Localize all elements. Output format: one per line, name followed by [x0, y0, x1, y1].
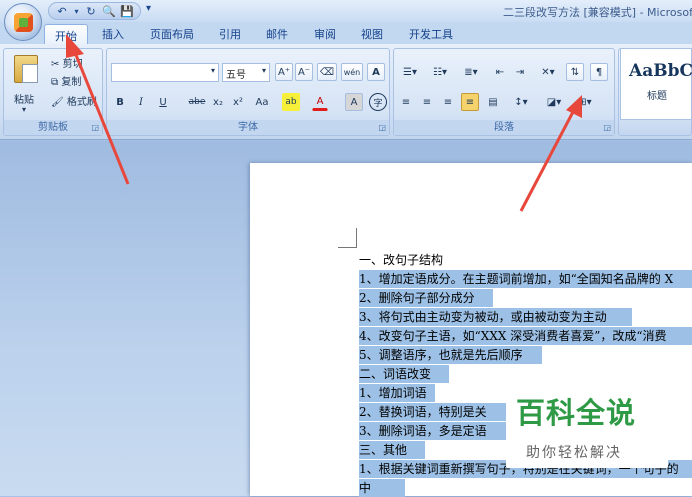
font-group: 字体 ◲ [106, 48, 390, 136]
char-shading-button[interactable]: A [345, 93, 363, 111]
shading-icon[interactable]: ◪▾ [540, 93, 568, 111]
document-line[interactable]: 2、替换词语，特别是关 [359, 403, 506, 421]
superscript-button[interactable]: x² [230, 93, 246, 111]
office-button[interactable] [4, 3, 42, 41]
font-group-label: 字体 [107, 120, 389, 135]
subscript-button[interactable]: x₂ [210, 93, 226, 111]
dialog-launcher-icon[interactable]: ◲ [603, 123, 611, 132]
redo-icon[interactable]: ↻ [84, 5, 98, 18]
brush-icon: 🖌 [51, 97, 64, 108]
phonetic-guide-button[interactable]: wén [341, 63, 363, 81]
italic-button[interactable]: I [134, 93, 148, 111]
paste-icon[interactable] [14, 55, 38, 83]
align-right-icon[interactable]: ≡ [440, 93, 456, 111]
tab-developer[interactable]: 开发工具 [409, 26, 453, 42]
numbering-icon[interactable]: ☷▾ [428, 63, 452, 81]
format-painter-button[interactable]: 🖌 格式刷 [51, 93, 97, 108]
margin-marker [338, 247, 357, 248]
line-spacing-icon[interactable]: ↕▾ [508, 93, 534, 111]
char-border-button[interactable]: A [367, 63, 385, 81]
qat-customize-button[interactable]: ▾ [146, 3, 151, 14]
document-line[interactable]: 一、改句子结构 [359, 251, 519, 269]
copy-button[interactable]: ⧉ 复制 [51, 73, 81, 88]
sort-icon[interactable]: ⇅ [566, 63, 584, 81]
style-gallery-item[interactable]: AaBbC 标题 [620, 48, 692, 120]
tab-insert[interactable]: 插入 [102, 26, 124, 42]
print-preview-icon[interactable]: 🔍 [102, 5, 116, 18]
document-line[interactable]: 1、增加词语 [359, 384, 435, 402]
undo-icon[interactable]: ↶ [55, 5, 69, 18]
tab-home[interactable]: 开始 [44, 24, 88, 46]
style-name: 标题 [647, 91, 667, 102]
document-line[interactable]: 三、其他 [359, 441, 425, 459]
window-title: 二三段改写方法 [兼容模式] - Microsoft [503, 6, 692, 19]
bullets-icon[interactable]: ☰▾ [398, 63, 422, 81]
office-logo-icon [14, 13, 33, 32]
paste-button[interactable]: 粘贴 [14, 91, 34, 106]
change-case-button[interactable]: Aa [252, 93, 272, 111]
tab-view[interactable]: 视图 [361, 26, 383, 42]
dialog-launcher-icon[interactable]: ◲ [378, 123, 386, 132]
bold-button[interactable]: B [113, 93, 127, 111]
tab-review[interactable]: 审阅 [314, 26, 336, 42]
paragraph-group-label: 段落 [394, 120, 614, 135]
shrink-font-button[interactable]: A⁻ [295, 63, 313, 81]
strikethrough-button[interactable]: abe [186, 93, 208, 111]
document-line[interactable]: 3、将句式由主动变为被动，或由被动变为主动 [359, 308, 632, 326]
format-painter-label: 格式刷 [66, 97, 97, 108]
watermark-logo: 百科全说 助你轻松解决 [506, 386, 668, 468]
document-line[interactable]: 4、改变句子主语，如“XXX 深受消费者喜爱”，改成“消费 [359, 327, 692, 345]
copy-label: 复制 [61, 77, 82, 88]
ribbon-tabs: 开始 插入 页面布局 引用 邮件 审阅 视图 开发工具 [0, 22, 692, 46]
paragraph-group: 段落 ◲ [393, 48, 615, 136]
margin-marker [356, 228, 357, 248]
ribbon: 粘贴 ▾ ✂ 剪切 ⧉ 复制 🖌 格式刷 剪贴板 ◲ 字体 ◲ ▾ 五号 ▾ A… [0, 44, 692, 140]
document-line[interactable]: 1、增加定语成分。在主题词前增加，如“全国知名品牌的 X [359, 270, 692, 288]
multilevel-list-icon[interactable]: ≣▾ [458, 63, 484, 81]
cut-label: 剪切 [62, 59, 83, 70]
save-icon[interactable]: 💾 [120, 5, 134, 18]
distributed-icon[interactable]: ▤ [484, 93, 502, 111]
document-line[interactable]: 中 [359, 479, 405, 497]
document-line[interactable]: 5、调整语序，也就是先后顺序 [359, 346, 542, 364]
show-marks-icon[interactable]: ¶ [590, 63, 608, 81]
chevron-down-icon[interactable]: ▾ [22, 105, 26, 114]
tab-mailings[interactable]: 邮件 [266, 26, 288, 42]
tab-page-layout[interactable]: 页面布局 [150, 26, 194, 42]
underline-button[interactable]: U [156, 93, 170, 111]
dialog-launcher-icon[interactable]: ◲ [91, 123, 99, 132]
clear-format-icon[interactable]: ⌫ [317, 63, 337, 81]
watermark-title: 百科全说 [516, 396, 637, 430]
clipboard-group: 粘贴 ▾ ✂ 剪切 ⧉ 复制 🖌 格式刷 剪贴板 ◲ [3, 48, 103, 136]
chevron-down-icon[interactable]: ▾ [211, 66, 215, 75]
quick-access-toolbar: ↶ ▾ ↻ 🔍 💾 [48, 2, 141, 20]
align-center-icon[interactable]: ≡ [419, 93, 435, 111]
justify-icon[interactable]: ≡ [461, 93, 479, 111]
chinese-layout-icon[interactable]: ✕▾ [535, 63, 561, 81]
enclose-char-button[interactable]: 字 [369, 93, 387, 111]
grow-font-button[interactable]: A⁺ [275, 63, 293, 81]
watermark-subtitle: 助你轻松解决 [526, 445, 622, 461]
document-line[interactable]: 2、删除句子部分成分 [359, 289, 493, 307]
font-name-input[interactable] [111, 63, 219, 82]
copy-icon: ⧉ [51, 77, 59, 88]
decrease-indent-icon[interactable]: ⇤ [492, 63, 508, 81]
document-line[interactable]: 二、词语改变 [359, 365, 449, 383]
clipboard-group-label: 剪贴板 [4, 120, 102, 135]
borders-icon[interactable]: ⊞▾ [572, 93, 598, 111]
document-line[interactable]: 3、删除词语，多是定语 [359, 422, 506, 440]
style-sample: AaBbC [629, 61, 692, 81]
increase-indent-icon[interactable]: ⇥ [512, 63, 528, 81]
scissors-icon: ✂ [51, 59, 60, 70]
align-left-icon[interactable]: ≡ [398, 93, 414, 111]
cut-button[interactable]: ✂ 剪切 [51, 55, 83, 70]
chevron-down-icon[interactable]: ▾ [262, 66, 266, 75]
chevron-down-icon[interactable]: ▾ [73, 7, 80, 16]
font-color-button[interactable]: A [312, 93, 328, 111]
highlight-button[interactable]: ab [282, 93, 300, 111]
tab-references[interactable]: 引用 [219, 26, 241, 42]
